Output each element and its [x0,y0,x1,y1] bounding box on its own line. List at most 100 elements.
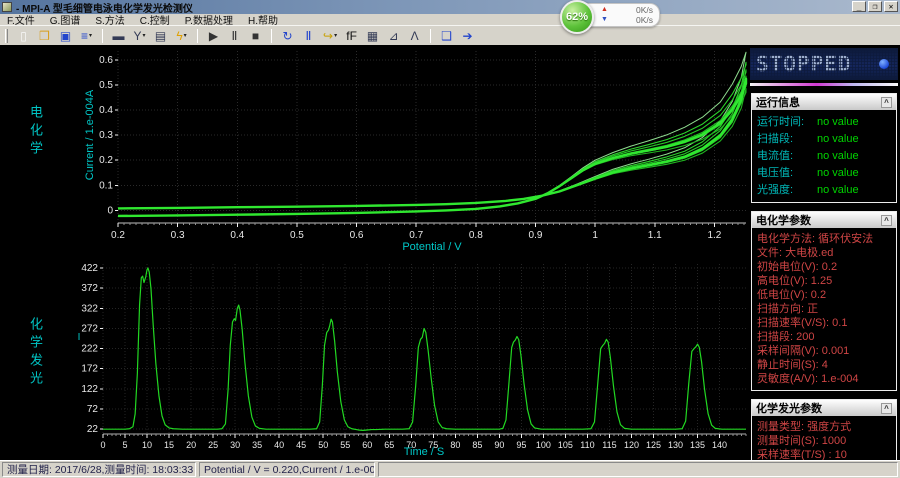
chart-workspace: 电化学 化学发光 0.2 0.3 0.4 0.5 0.6 0.7 0.8 0.9 1 1.1 1.2… [0,45,900,478]
cv-curve [117,69,747,217]
status-led-display: STOPPED [750,48,898,80]
x-tick-label: 120 [624,440,639,450]
param-line: 扫描方向: 正 [757,303,819,315]
data-list-icon[interactable]: ▤ [151,27,170,44]
ecl-x-axis-title: Time / S [403,446,445,458]
open-file-icon[interactable]: ❒ [35,27,54,44]
param-line: 灵敏度(A/V): 1.e-004 [757,373,859,385]
param-line: 静止时间(S): 4 [757,359,828,371]
x-tick-label: 10 [142,440,152,450]
x-tick-label: 40 [274,440,284,450]
run-info-label: 电压值: [757,167,794,179]
x-tick-label: 0.8 [469,230,483,241]
collapse-icon[interactable]: ^ [881,214,892,226]
collapse-icon[interactable]: ^ [881,96,892,108]
ec-params-title: 电化学参数 [756,215,811,227]
x-tick-label: 0 [100,440,105,450]
toolbar-separator [271,28,272,43]
exit-icon[interactable]: ➔ [458,27,477,44]
x-tick-label: 1.2 [707,230,721,241]
x-tick-label: 130 [668,440,683,450]
quick-run-icon[interactable]: ϟ ▾ [172,27,191,44]
run-info-label: 电流值: [757,150,794,162]
right-panel: STOPPED 运行信息 ^ 运行时间: no value 扫描段: no value… [748,45,900,478]
upload-speed: 0K/s [635,5,653,15]
run-info-title: 运行信息 [756,97,800,109]
stop-icon[interactable]: ■ [246,27,265,44]
export-icon[interactable]: ↪ ▾ [320,27,340,44]
peak-analysis-icon[interactable]: Λ [405,27,424,44]
display-mode-icon[interactable]: ≡ ▾ [77,27,96,44]
minimize-button[interactable]: _ [852,1,866,12]
electrode-icon[interactable]: Ⅱ [299,27,318,44]
ecl-chart[interactable]: 0 5 10 15 20 25 30 35 40 45 50 55 60 65 70 75 80 85 90 95 10… [0,262,748,460]
x-tick-label: 1.1 [648,230,662,241]
run-info-row: 扫描段: no value [757,131,891,148]
y-tick-label: 122 [81,384,98,395]
cv-y-axis-title: Current / 1.e-004A [84,89,96,181]
y-tick-label: 0.6 [99,55,113,66]
grid-view-icon[interactable]: ▦ [363,27,382,44]
baseline-icon[interactable]: ▬ [109,27,128,44]
memory-percent-gauge[interactable]: 62% [560,0,594,34]
cv-curve [117,77,748,218]
close-button[interactable]: ✕ [884,1,898,12]
start-icon[interactable]: ▶ [204,27,223,44]
ecl-trace [103,267,746,431]
x-tick-label: 100 [536,440,551,450]
run-info-row: 运行时间: no value [757,114,891,131]
status-cursor-readout: Potential / V = 0.220,Current / 1.e-004A… [199,462,375,477]
curve-view-icon[interactable]: ⊿ [384,27,403,44]
param-line: 扫描速率(V/S): 0.1 [757,317,848,329]
y-tick-label: 72 [87,404,99,415]
ecl-y-axis-title: I [77,332,81,343]
x-tick-label: 35 [252,440,262,450]
cv-curve [117,88,747,217]
run-info-value: no value [817,167,859,179]
restore-button[interactable]: ❐ [868,1,882,12]
cv-curve [117,61,747,217]
x-tick-label: 0.2 [111,230,125,241]
x-tick-label: 125 [646,440,661,450]
param-line: 采样间隔(V): 0.001 [757,345,850,357]
run-info-value: no value [817,116,859,128]
status-datetime: 测量日期: 2017/6/28,测量时间: 18:03:33 [2,462,196,477]
y-tick-label: 0 [107,205,113,216]
status-text: STOPPED [756,52,852,76]
y-tick-label: 172 [81,364,98,375]
app-window: - MPI-A 型毛细管电泳电化学发光检测仪 _ ❐ ✕ F.文件 G.图谱 S.方… [0,0,900,478]
ecl-params-title: 化学发光参数 [756,403,822,415]
x-tick-label: 105 [558,440,573,450]
param-line: 初始电位(V): 0.2 [757,261,838,273]
app-icon [2,2,12,12]
title-bar: - MPI-A 型毛细管电泳电化学发光检测仪 _ ❐ ✕ [0,0,900,15]
save-icon[interactable]: ▣ [56,27,75,44]
y-tick-label: 0.3 [99,130,113,141]
x-tick-label: 0.4 [230,230,244,241]
run-info-row: 光强度: no value [757,182,891,199]
pause-icon[interactable]: Ⅱ [225,27,244,44]
help-book-icon[interactable]: ❑ [437,27,456,44]
run-info-row: 电压值: no value [757,165,891,182]
param-line: 测量类型: 强度方式 [757,421,852,433]
collapse-icon[interactable]: ^ [881,402,892,414]
y-tick-label: 0.5 [99,80,113,91]
cv-x-axis-title: Potential / V [402,241,462,253]
font-icon[interactable]: fF [342,27,361,44]
x-tick-label: 110 [580,440,594,450]
param-line: 高电位(V): 1.25 [757,275,833,287]
new-file-icon[interactable]: ▯ [14,27,33,44]
tool-select-icon[interactable]: Y ▾ [130,27,149,44]
x-tick-label: 0.3 [171,230,185,241]
status-bar: 测量日期: 2017/6/28,测量时间: 18:03:33 Potential… [0,460,900,478]
x-tick-label: 140 [712,440,727,450]
speed-gauge-overlay[interactable]: ▲ 0K/s ▼ 0K/s 62% [560,0,660,34]
x-tick-label: 0.5 [290,230,304,241]
param-line: 测量时间(S): 1000 [757,435,847,447]
y-tick-label: 0.1 [99,180,113,191]
y-tick-label: 0.2 [99,155,113,166]
cv-chart[interactable]: 0.2 0.3 0.4 0.5 0.6 0.7 0.8 0.9 1 1.1 1.2 0 0.1 0.2 0.… [0,45,748,262]
x-tick-label: 30 [230,440,240,450]
menu-bar: F.文件 G.图谱 S.方法 C.控制 P.数据处理 H.帮助 [0,14,900,27]
reset-icon[interactable]: ↻ [278,27,297,44]
